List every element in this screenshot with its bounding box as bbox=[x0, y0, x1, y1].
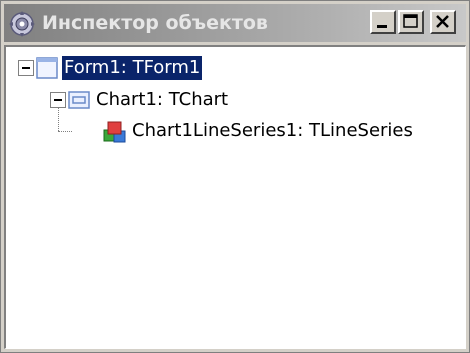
close-button[interactable] bbox=[430, 10, 456, 34]
maximize-icon bbox=[403, 14, 418, 28]
tree-node-label[interactable]: Chart1: TChart bbox=[94, 88, 230, 112]
tree-connector bbox=[58, 131, 72, 132]
form-icon bbox=[36, 57, 58, 83]
minimize-icon bbox=[377, 25, 387, 28]
window-title: Инспектор объектов bbox=[42, 12, 268, 34]
object-inspector-icon[interactable] bbox=[8, 10, 36, 38]
minimize-button[interactable] bbox=[370, 10, 396, 34]
chart-icon bbox=[68, 89, 90, 115]
close-icon bbox=[436, 15, 449, 28]
tree-node-label[interactable]: Chart1LineSeries1: TLineSeries bbox=[130, 119, 415, 143]
collapse-icon[interactable] bbox=[18, 60, 34, 80]
collapse-icon[interactable] bbox=[50, 92, 66, 112]
tree-node-label[interactable]: Form1: TForm1 bbox=[62, 56, 203, 80]
title-bar[interactable]: Инспектор объектов bbox=[4, 4, 466, 42]
line-series-icon bbox=[102, 119, 128, 149]
maximize-button[interactable] bbox=[398, 10, 424, 34]
object-inspector-window: Инспектор объектов Form1: TForm1 Chart1:… bbox=[0, 0, 470, 353]
object-tree[interactable]: Form1: TForm1 Chart1: TChart Chart1LineS… bbox=[4, 45, 466, 349]
